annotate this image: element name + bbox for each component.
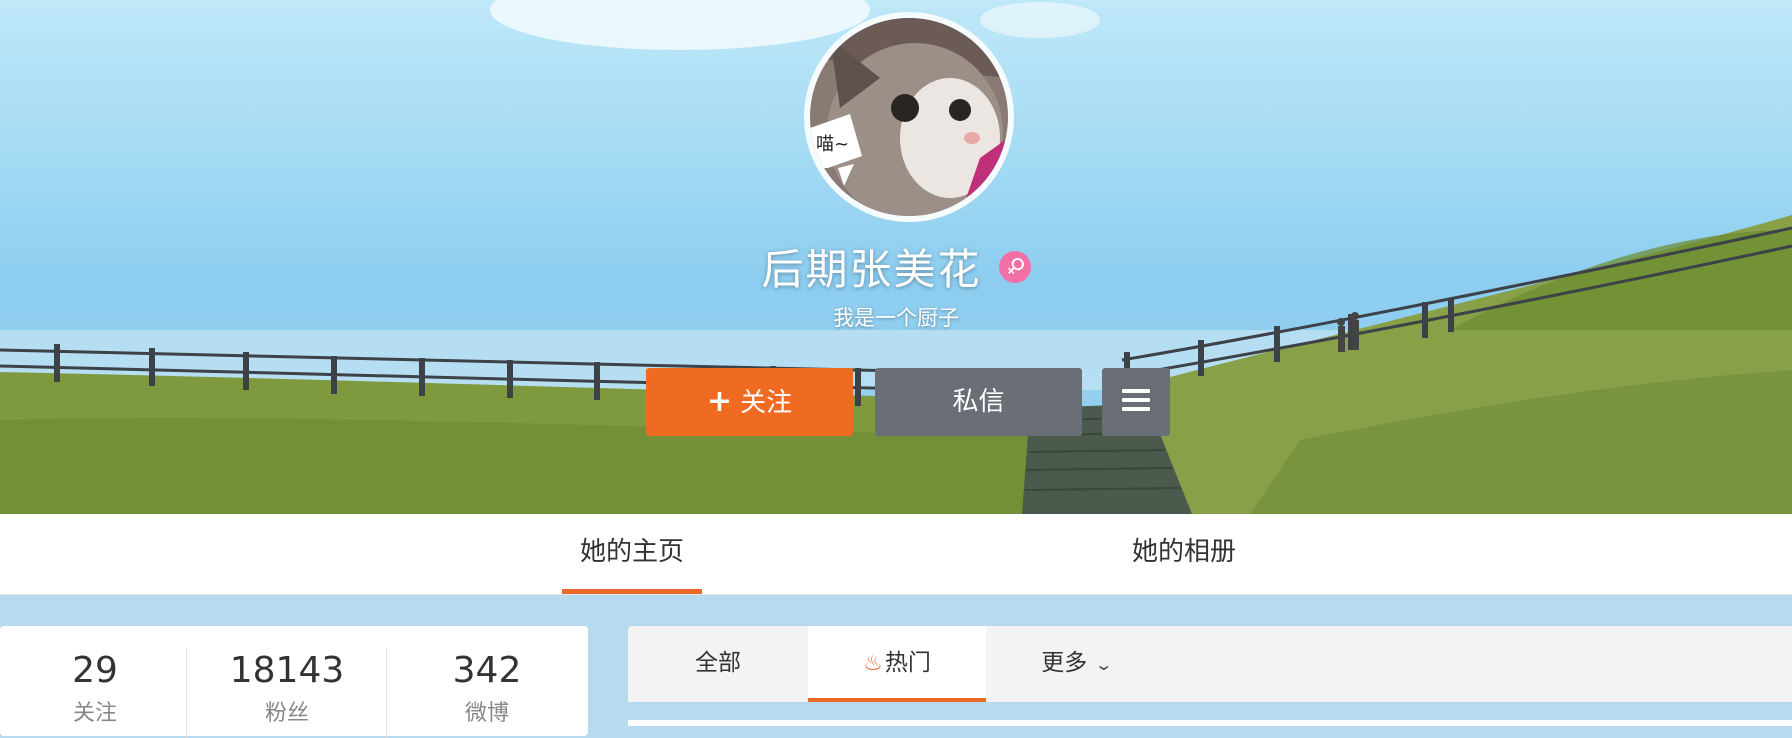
hamburger-menu-icon [1122,384,1150,416]
stat-followers-label: 粉丝 [264,701,309,726]
feed-tab-hot-label: 热门 [884,650,931,676]
avatar-bubble-text: 喵~ [816,134,850,155]
stat-divider [186,648,187,738]
female-icon: ♀ [991,243,1038,290]
follow-button[interactable]: + 关注 [646,368,853,436]
feed-tab-more-label: 更多 [1041,650,1088,676]
stat-following-label: 关注 [72,701,117,726]
stat-followers-count: 18143 [229,650,345,691]
stat-posts[interactable]: 342 微博 [392,626,582,727]
tab-home[interactable]: 她的主页 [562,514,702,594]
cover-banner: 喵~ 后期张美花 ♀ 我是一个厨子 + 关注 私信 [0,0,1792,514]
stat-divider [386,648,387,738]
profile-name-row: 后期张美花 ♀ [0,236,1792,297]
feed-tab-all-label: 全部 [695,650,741,676]
stat-following-count: 29 [72,650,118,691]
chevron-down-icon: ⌄ [1094,655,1114,674]
plus-icon: + [706,384,733,419]
message-button[interactable]: 私信 [875,368,1082,436]
profile-bio: 我是一个厨子 [833,306,959,330]
profile-nav-bar: 她的主页 她的相册 [0,514,1792,595]
stat-following[interactable]: 29 关注 [0,626,190,727]
profile-name: 后期张美花 [761,245,982,294]
stat-followers[interactable]: 18143 粉丝 [192,626,382,727]
tab-home-label: 她的主页 [579,537,684,567]
feed-tab-all[interactable]: 全部 [628,626,808,702]
avatar[interactable]: 喵~ [804,12,1014,222]
feed-tab-hot[interactable]: ♨热门 [808,626,986,702]
feed-tab-more[interactable]: 更多 ⌄ [986,626,1166,702]
tab-album[interactable]: 她的相册 [1114,514,1254,594]
stat-posts-label: 微博 [464,701,509,726]
stats-card: 29 关注 18143 粉丝 342 微博 [0,626,588,738]
flame-icon: ♨ [863,651,883,676]
avatar-cat-image [810,18,1008,216]
tab-album-label: 她的相册 [1131,537,1236,567]
feed-filter-bar: 全部 ♨热门 更多 ⌄ [628,626,1792,702]
follow-button-label: 关注 [740,388,793,418]
more-menu-button[interactable] [1102,368,1170,436]
feed-content-area [628,720,1792,726]
message-button-label: 私信 [952,387,1005,417]
stat-posts-count: 342 [452,650,522,691]
